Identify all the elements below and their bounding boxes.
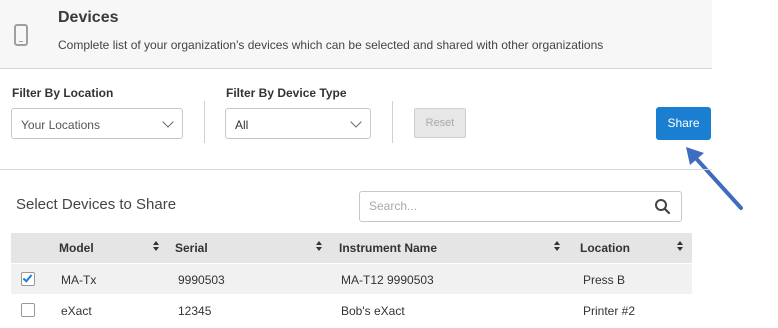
cell-instrument-name: Bob's eXact xyxy=(341,304,405,318)
chevron-down-icon xyxy=(350,116,362,128)
column-header-serial[interactable]: Serial xyxy=(175,241,208,255)
device-type-select-value: All xyxy=(235,118,249,132)
cell-location: Press B xyxy=(583,273,626,287)
sort-icon[interactable] xyxy=(153,241,159,253)
cell-model: eXact xyxy=(61,304,92,318)
page-header: Devices Complete list of your organizati… xyxy=(0,0,712,69)
page-title: Devices xyxy=(58,9,119,26)
location-select-value: Your Locations xyxy=(21,118,100,132)
table-row[interactable]: eXact 12345 Bob's eXact Printer #2 xyxy=(11,295,692,325)
row-checkbox[interactable] xyxy=(21,303,35,317)
search-icon[interactable] xyxy=(654,198,671,215)
chevron-down-icon xyxy=(162,116,174,128)
cell-location: Printer #2 xyxy=(583,304,636,318)
column-header-instrument-name[interactable]: Instrument Name xyxy=(339,241,437,255)
filter-device-type-label: Filter By Device Type xyxy=(226,86,347,100)
checkmark-icon xyxy=(22,272,33,283)
filter-divider xyxy=(392,101,393,143)
column-header-location[interactable]: Location xyxy=(580,241,630,255)
mobile-device-icon xyxy=(14,24,28,46)
device-type-select[interactable]: All xyxy=(225,108,371,139)
cell-serial: 12345 xyxy=(178,304,212,318)
share-button[interactable]: Share xyxy=(656,107,711,140)
filter-divider xyxy=(204,101,205,143)
location-select[interactable]: Your Locations xyxy=(11,108,183,139)
page-subtitle: Complete list of your organization's dev… xyxy=(58,38,604,52)
search-box[interactable] xyxy=(359,191,682,222)
cell-serial: 9990503 xyxy=(178,273,225,287)
section-title: Select Devices to Share xyxy=(16,196,177,213)
table-row[interactable]: MA-Tx 9990503 MA-T12 9990503 Press B xyxy=(11,264,692,294)
column-header-model[interactable]: Model xyxy=(59,241,94,255)
cell-instrument-name: MA-T12 9990503 xyxy=(341,273,434,287)
filter-location-label: Filter By Location xyxy=(12,86,114,100)
cell-model: MA-Tx xyxy=(61,273,97,287)
section-divider xyxy=(0,169,712,170)
sort-icon[interactable] xyxy=(677,241,683,253)
arrow-annotation-icon xyxy=(686,147,743,210)
search-input[interactable] xyxy=(369,199,629,213)
table-header: Model Serial Instrument Name Location xyxy=(11,233,692,263)
sort-icon[interactable] xyxy=(316,241,322,253)
row-checkbox[interactable] xyxy=(21,272,35,286)
sort-icon[interactable] xyxy=(554,241,560,253)
reset-button[interactable]: Reset xyxy=(414,108,466,138)
